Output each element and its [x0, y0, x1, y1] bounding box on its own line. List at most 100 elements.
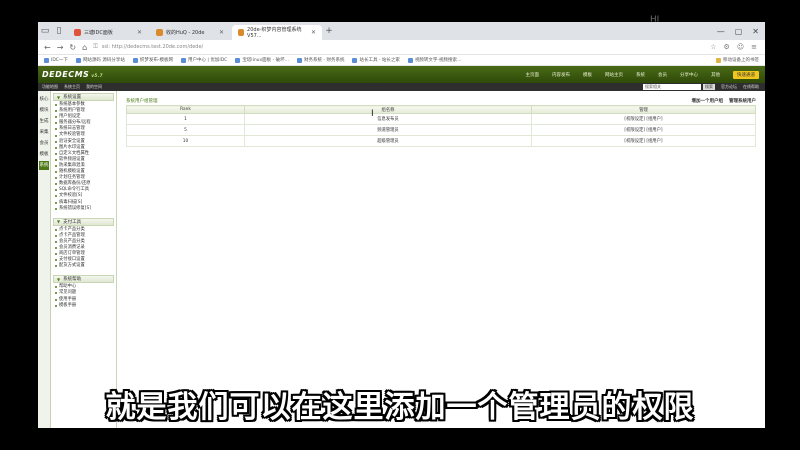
bookmark-item[interactable]: 宝塔linux面板 - 破坏...	[235, 57, 289, 63]
url-input[interactable]: ⚿ ssl: http://dedecms.test.20de.com/dede…	[93, 42, 704, 52]
system-home-link[interactable]: 系统主页	[64, 84, 80, 90]
bookmark-item[interactable]: 用户中心 | 优加IDC	[181, 57, 227, 63]
user-group-table: Rank 组名称 管理 1 信息发布员 [权限设定] [组用户] 5 频道管理员…	[126, 105, 756, 147]
bookmark-item[interactable]: 织梦发布-模板网	[132, 57, 173, 63]
table-row: 5 频道管理员 [权限设定] [组用户]	[126, 124, 756, 136]
help-link[interactable]: 在线帮助	[743, 84, 759, 90]
bookmark-item[interactable]: 财务系统 - 财务系统	[296, 57, 344, 63]
bullet-icon	[55, 304, 57, 307]
vtab-collect[interactable]: 采集	[39, 128, 49, 137]
tab-close-icon[interactable]: ✕	[219, 29, 224, 36]
topnav-item[interactable]: 主页面	[526, 72, 540, 78]
table-row: 1 信息发布员 [权限设定] [组用户]	[126, 113, 756, 125]
topnav-item[interactable]: 分享中心	[680, 72, 698, 78]
bookmark-item[interactable]: IDC一下	[44, 57, 68, 63]
menu-group-title[interactable]: ▼ 系统设置	[53, 93, 114, 101]
extensions-icon[interactable]: ⚙	[724, 43, 730, 51]
reload-icon[interactable]: ↻	[69, 43, 76, 52]
home-icon[interactable]: ⌂	[82, 43, 87, 52]
quick-channel-select[interactable]: 快速通道	[733, 70, 759, 79]
menu-item[interactable]: 系统错误修复[S]	[51, 206, 116, 212]
tab-favicon-icon	[74, 29, 81, 36]
bullet-icon	[55, 104, 57, 107]
topnav-item[interactable]: 系统	[636, 72, 645, 78]
app-menu-icon[interactable]: ▭	[38, 24, 52, 38]
topnav-item[interactable]: 模板	[583, 72, 592, 78]
bookmark-item[interactable]: 视频转文字-视频搜索...	[407, 57, 461, 63]
topnav-item[interactable]: 会员	[658, 72, 667, 78]
browser-tab-2[interactable]: 收的HuQ - 20de ✕	[150, 25, 230, 40]
tab-favicon-icon	[156, 29, 163, 36]
action-cell[interactable]: [权限设定] [组用户]	[531, 124, 756, 136]
bookmark-item[interactable]: 站长工具 - 站长之家	[352, 57, 400, 63]
my-space-link[interactable]: 我的空间	[86, 84, 102, 90]
bullet-icon	[55, 140, 57, 143]
column-header: 组名称	[244, 105, 532, 114]
vtab-generate[interactable]: 生成	[39, 117, 49, 126]
page-title: 系统用户组管理	[126, 98, 158, 104]
action-cell[interactable]: [权限设定] [组用户]	[531, 135, 756, 147]
menu-item[interactable]: 模板手册	[51, 303, 116, 309]
close-window-icon[interactable]: ✕	[752, 27, 759, 36]
bookmark-item[interactable]: 网站源码 源码分享站	[75, 57, 125, 63]
vtab-module[interactable]: 模块	[39, 106, 49, 115]
tab-label: 20de-织梦内容管理系统 V57...	[247, 27, 302, 39]
cms-sub-bar: 功能地图 系统主页 我的空间 搜索相关 搜索 官方论坛 在线帮助	[38, 83, 765, 91]
action-cell[interactable]: [权限设定] [组用户]	[531, 113, 756, 125]
topnav-item[interactable]: 内容发布	[552, 72, 570, 78]
vtab-template[interactable]: 模板	[39, 150, 49, 159]
bullet-icon	[55, 292, 57, 295]
group-name-cell: 频道管理员	[244, 124, 532, 136]
menu-item[interactable]: 配货方式设置	[51, 263, 116, 269]
maximize-icon[interactable]: ▢	[735, 27, 743, 36]
bullet-icon	[55, 116, 57, 119]
more-menu-icon[interactable]: ≡	[751, 43, 757, 51]
tab-close-icon[interactable]: ✕	[311, 29, 316, 36]
profile-icon[interactable]: ☺	[737, 43, 744, 51]
column-header: Rank	[126, 105, 245, 114]
cms-search-input[interactable]: 搜索相关	[643, 84, 701, 90]
vtab-system[interactable]: 系统	[39, 161, 49, 170]
cms-header: DEDECMS v5.7 主页面 内容发布 模板 网站主页 系统 会员 分享中心 …	[38, 66, 765, 83]
bullet-icon	[55, 110, 57, 113]
video-subtitle: 就是我们可以在这里添加一个管理员的权限	[105, 390, 695, 425]
mobile-bookmarks[interactable]: 移动设备上的书签	[716, 57, 765, 63]
bullet-icon	[55, 152, 57, 155]
vtab-core[interactable]: 核心	[39, 95, 49, 104]
main-header: 系统用户组管理 增加一个用户组 管理系统用户	[126, 97, 756, 104]
screen-frame: ▭ ▯ 三塘IDC面板 ✕ 收的HuQ - 20de ✕ 20de-织梦内容管理…	[38, 22, 765, 428]
browser-tab-1[interactable]: 三塘IDC面板 ✕	[68, 25, 148, 40]
star-icon[interactable]: ☆	[710, 43, 716, 51]
forward-icon[interactable]: →	[57, 43, 64, 52]
vtab-member[interactable]: 会员	[39, 139, 49, 148]
main-header-links: 增加一个用户组 管理系统用户	[692, 98, 757, 104]
bullet-icon	[55, 286, 57, 289]
topnav-item[interactable]: 其他	[711, 72, 720, 78]
table-row: 10 超级管理员 [权限设定] [组用户]	[126, 135, 756, 147]
bullet-icon	[55, 158, 57, 161]
tab-list-icon[interactable]: ▯	[52, 24, 66, 38]
cms-search-button[interactable]: 搜索	[703, 84, 715, 90]
browser-tab-3[interactable]: 20de-织梦内容管理系统 V57... ✕	[232, 25, 322, 40]
function-map-link[interactable]: 功能地图	[42, 84, 58, 90]
minimize-icon[interactable]: —	[717, 27, 725, 36]
add-user-group-link[interactable]: 增加一个用户组	[692, 98, 724, 104]
bullet-icon	[55, 247, 57, 250]
manage-system-users-link[interactable]: 管理系统用户	[729, 98, 756, 104]
chevron-down-icon: ▼	[57, 94, 61, 100]
tab-close-icon[interactable]: ✕	[137, 29, 142, 36]
bullet-icon	[55, 128, 57, 131]
bullet-icon	[55, 298, 57, 301]
side-menu: ▼ 系统设置 系统基本参数 系统用户管理 用户组设定 服务器分布/远程 系统日志管…	[51, 91, 117, 428]
menu-group-title[interactable]: ▼ 支付工具	[53, 217, 114, 226]
group-name-cell: 超级管理员	[244, 135, 532, 147]
bullet-icon	[55, 265, 57, 268]
url-text: ssl: http://dedecms.test.20de.com/dede/	[101, 44, 204, 50]
rank-cell: 10	[126, 135, 245, 147]
back-icon[interactable]: ←	[44, 43, 51, 52]
bullet-icon	[55, 146, 57, 149]
forum-link[interactable]: 官方论坛	[721, 84, 737, 90]
new-tab-icon[interactable]: +	[322, 24, 336, 38]
menu-group-title[interactable]: ▼ 系统帮助	[53, 275, 114, 284]
topnav-item[interactable]: 网站主页	[605, 72, 623, 78]
